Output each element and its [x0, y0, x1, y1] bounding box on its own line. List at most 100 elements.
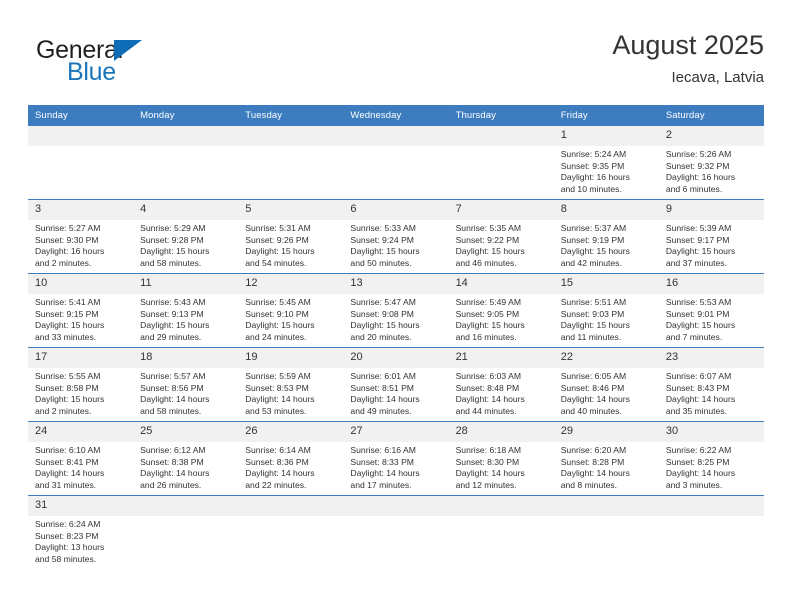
- calendar-day-cell[interactable]: 27 Sunrise: 6:16 AM Sunset: 8:33 PM Dayligh…: [343, 421, 449, 496]
- sunrise-text: Sunrise: 6:05 AM: [560, 371, 627, 381]
- sunrise-text: Sunrise: 6:24 AM: [35, 519, 101, 529]
- day-number: 10: [28, 274, 134, 294]
- calendar-day-cell[interactable]: 16 Sunrise: 5:53 AM Sunset: 9:01 PM Dayligh…: [658, 273, 764, 348]
- calendar-day-cell-empty: [343, 495, 449, 569]
- calendar-day-cell[interactable]: 23 Sunrise: 6:07 AM Sunset: 8:43 PM Dayligh…: [658, 347, 764, 422]
- day-number: 20: [343, 348, 449, 368]
- day-details: Sunrise: 5:31 AM Sunset: 9:26 PM Daylight:…: [238, 220, 343, 269]
- calendar-day-cell[interactable]: 18 Sunrise: 5:57 AM Sunset: 8:56 PM Dayligh…: [133, 347, 239, 422]
- sunrise-text: Sunrise: 5:29 AM: [140, 223, 206, 233]
- daylight-text-line1: Daylight: 14 hours: [665, 468, 736, 479]
- day-details: Sunrise: 6:14 AM Sunset: 8:36 PM Daylight:…: [238, 442, 343, 491]
- sunrise-text: Sunrise: 5:33 AM: [350, 223, 416, 233]
- calendar-week-row: 24 Sunrise: 6:10 AM Sunset: 8:41 PM Dayligh…: [28, 421, 764, 496]
- sunset-text: Sunset: 9:10 PM: [245, 308, 309, 319]
- day-number: 8: [553, 200, 659, 220]
- calendar-day-cell[interactable]: 11 Sunrise: 5:43 AM Sunset: 9:13 PM Dayligh…: [133, 273, 239, 348]
- daylight-text-line2: and 35 minutes.: [665, 405, 727, 416]
- sunset-text: Sunset: 8:56 PM: [140, 382, 204, 393]
- calendar-body: 1 Sunrise: 5:24 AM Sunset: 9:35 PM Daylight…: [28, 126, 764, 569]
- calendar-day-cell[interactable]: 9 Sunrise: 5:39 AM Sunset: 9:17 PM Daylight…: [658, 199, 764, 274]
- daylight-text-line1: Daylight: 16 hours: [560, 172, 630, 183]
- daylight-text-line2: and 42 minutes.: [560, 257, 622, 268]
- daylight-text-line1: Daylight: 15 hours: [245, 320, 315, 331]
- sunset-text: Sunset: 8:53 PM: [245, 382, 309, 393]
- day-number: 27: [343, 422, 449, 442]
- calendar-day-cell-empty: [238, 495, 344, 569]
- day-number: 2: [658, 126, 764, 146]
- general-blue-logo: General Blue: [36, 36, 236, 88]
- calendar-day-cell[interactable]: 13 Sunrise: 5:47 AM Sunset: 9:08 PM Dayligh…: [343, 273, 449, 348]
- day-number: 22: [553, 348, 659, 368]
- day-number: [28, 126, 134, 146]
- calendar-day-cell[interactable]: 5 Sunrise: 5:31 AM Sunset: 9:26 PM Daylight…: [238, 199, 344, 274]
- calendar-day-cell[interactable]: 31 Sunrise: 6:24 AM Sunset: 8:23 PM Dayligh…: [28, 495, 134, 569]
- day-number: 11: [133, 274, 239, 294]
- daylight-text-line2: and 54 minutes.: [245, 257, 307, 268]
- daylight-text-line2: and 16 minutes.: [455, 331, 517, 342]
- sunrise-text: Sunrise: 5:37 AM: [560, 223, 627, 233]
- calendar-day-cell[interactable]: 21 Sunrise: 6:03 AM Sunset: 8:48 PM Dayligh…: [448, 347, 554, 422]
- day-details: Sunrise: 6:20 AM Sunset: 8:28 PM Daylight:…: [554, 442, 659, 491]
- calendar-day-cell-empty: [658, 495, 764, 569]
- calendar-day-cell[interactable]: 14 Sunrise: 5:49 AM Sunset: 9:05 PM Dayligh…: [448, 273, 554, 348]
- calendar-day-cell[interactable]: 20 Sunrise: 6:01 AM Sunset: 8:51 PM Dayligh…: [343, 347, 449, 422]
- calendar-day-cell[interactable]: 29 Sunrise: 6:20 AM Sunset: 8:28 PM Dayligh…: [553, 421, 659, 496]
- calendar-day-cell[interactable]: 6 Sunrise: 5:33 AM Sunset: 9:24 PM Daylight…: [343, 199, 449, 274]
- daylight-text-line2: and 33 minutes.: [35, 331, 97, 342]
- calendar-day-cell[interactable]: 8 Sunrise: 5:37 AM Sunset: 9:19 PM Daylight…: [553, 199, 659, 274]
- calendar-day-cell-empty: [238, 126, 344, 200]
- day-details: Sunrise: 5:37 AM Sunset: 9:19 PM Daylight:…: [554, 220, 659, 269]
- calendar-day-cell[interactable]: 7 Sunrise: 5:35 AM Sunset: 9:22 PM Daylight…: [448, 199, 554, 274]
- daylight-text-line1: Daylight: 14 hours: [560, 468, 630, 479]
- sunset-text: Sunset: 9:30 PM: [35, 234, 99, 245]
- daylight-text-line2: and 8 minutes.: [560, 479, 618, 490]
- sunset-text: Sunset: 8:28 PM: [560, 456, 625, 467]
- sunrise-text: Sunrise: 5:53 AM: [665, 297, 732, 307]
- day-number: 3: [28, 200, 134, 220]
- daylight-text-line2: and 3 minutes.: [665, 479, 723, 490]
- day-number: 29: [553, 422, 659, 442]
- sunset-text: Sunset: 8:58 PM: [35, 382, 99, 393]
- calendar-day-cell[interactable]: 17 Sunrise: 5:55 AM Sunset: 8:58 PM Dayligh…: [28, 347, 134, 422]
- day-details: Sunrise: 6:07 AM Sunset: 8:43 PM Daylight:…: [659, 368, 764, 417]
- day-details: Sunrise: 5:33 AM Sunset: 9:24 PM Daylight:…: [343, 220, 448, 269]
- weekday-header-saturday: Saturday: [658, 105, 764, 126]
- calendar-day-cell[interactable]: 24 Sunrise: 6:10 AM Sunset: 8:41 PM Dayligh…: [28, 421, 134, 496]
- day-details: Sunrise: 6:01 AM Sunset: 8:51 PM Daylight:…: [343, 368, 448, 417]
- daylight-text-line2: and 46 minutes.: [455, 257, 517, 268]
- daylight-text-line1: Daylight: 15 hours: [560, 320, 630, 331]
- day-details: Sunrise: 5:29 AM Sunset: 9:28 PM Daylight:…: [133, 220, 238, 269]
- day-number: 21: [448, 348, 554, 368]
- daylight-text-line1: Daylight: 15 hours: [245, 246, 315, 257]
- daylight-text-line1: Daylight: 13 hours: [35, 542, 105, 553]
- sunset-text: Sunset: 9:01 PM: [665, 308, 730, 319]
- calendar-day-cell[interactable]: 2 Sunrise: 5:26 AM Sunset: 9:32 PM Daylight…: [658, 126, 764, 200]
- day-details: Sunrise: 5:27 AM Sunset: 9:30 PM Daylight:…: [28, 220, 133, 269]
- calendar-day-cell[interactable]: 1 Sunrise: 5:24 AM Sunset: 9:35 PM Daylight…: [553, 126, 659, 200]
- calendar-day-cell[interactable]: 30 Sunrise: 6:22 AM Sunset: 8:25 PM Dayligh…: [658, 421, 764, 496]
- calendar-day-cell[interactable]: 15 Sunrise: 5:51 AM Sunset: 9:03 PM Dayligh…: [553, 273, 659, 348]
- calendar-day-cell[interactable]: 3 Sunrise: 5:27 AM Sunset: 9:30 PM Daylight…: [28, 199, 134, 274]
- calendar-day-cell[interactable]: 19 Sunrise: 5:59 AM Sunset: 8:53 PM Dayligh…: [238, 347, 344, 422]
- sunrise-text: Sunrise: 6:12 AM: [140, 445, 206, 455]
- calendar-day-cell[interactable]: 4 Sunrise: 5:29 AM Sunset: 9:28 PM Daylight…: [133, 199, 239, 274]
- weekday-header-thursday: Thursday: [448, 105, 554, 126]
- calendar-day-cell[interactable]: 28 Sunrise: 6:18 AM Sunset: 8:30 PM Dayligh…: [448, 421, 554, 496]
- calendar-day-cell[interactable]: 12 Sunrise: 5:45 AM Sunset: 9:10 PM Dayligh…: [238, 273, 344, 348]
- calendar-day-cell[interactable]: 10 Sunrise: 5:41 AM Sunset: 9:15 PM Dayligh…: [28, 273, 134, 348]
- sunset-text: Sunset: 9:05 PM: [455, 308, 520, 319]
- calendar-day-cell[interactable]: 25 Sunrise: 6:12 AM Sunset: 8:38 PM Dayligh…: [133, 421, 239, 496]
- calendar-day-cell[interactable]: 22 Sunrise: 6:05 AM Sunset: 8:46 PM Dayligh…: [553, 347, 659, 422]
- sunset-text: Sunset: 8:51 PM: [350, 382, 414, 393]
- calendar-day-cell[interactable]: 26 Sunrise: 6:14 AM Sunset: 8:36 PM Dayligh…: [238, 421, 344, 496]
- day-details: Sunrise: 5:43 AM Sunset: 9:13 PM Daylight:…: [133, 294, 238, 343]
- day-number: [658, 496, 764, 516]
- sunrise-text: Sunrise: 5:26 AM: [665, 149, 732, 159]
- sunset-text: Sunset: 9:26 PM: [245, 234, 309, 245]
- daylight-text-line2: and 12 minutes.: [455, 479, 517, 490]
- sunset-text: Sunset: 9:15 PM: [35, 308, 99, 319]
- day-number: 19: [238, 348, 344, 368]
- day-number: 4: [133, 200, 239, 220]
- day-number: 7: [448, 200, 554, 220]
